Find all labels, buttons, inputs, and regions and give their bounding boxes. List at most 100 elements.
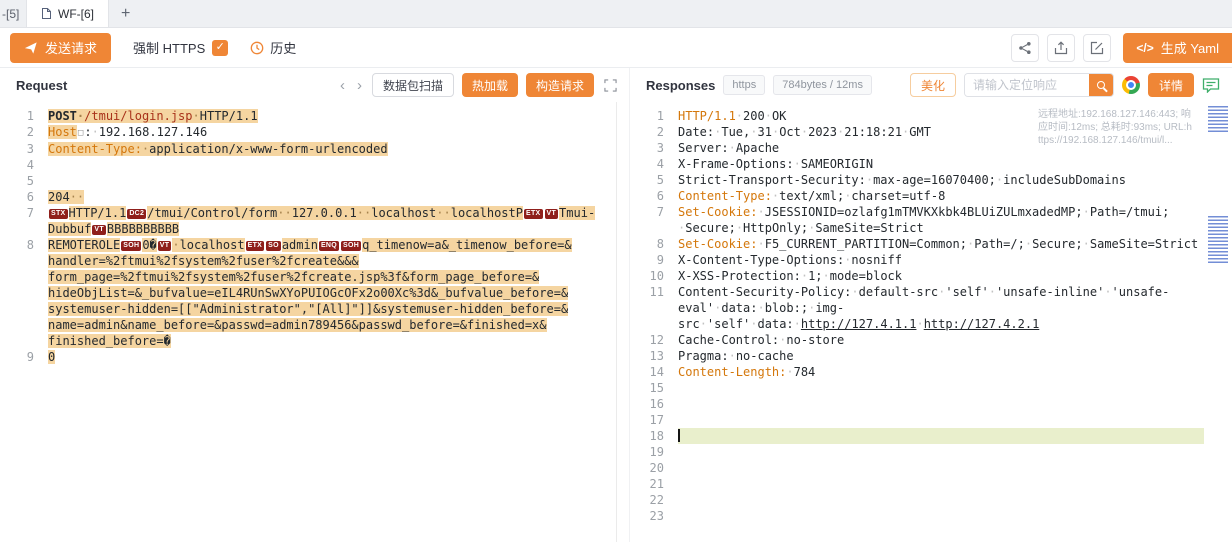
code-line[interactable]: 23 — [630, 508, 1232, 524]
code-line[interactable]: 5Strict-Transport-Security:·max-age=1607… — [630, 172, 1232, 188]
code-line[interactable]: 5 — [0, 173, 616, 189]
code-line[interactable]: 2Host□:·192.168.127.146 — [0, 124, 616, 141]
webfuzzer-app: -[5] WF-[6] + 发送请求 强制 HTTPS ✓ — [0, 0, 1232, 542]
chrome-icon[interactable] — [1122, 76, 1140, 94]
search-icon — [1097, 81, 1105, 89]
force-https-toggle[interactable]: 强制 HTTPS ✓ — [133, 38, 228, 57]
line-number: 8 — [630, 236, 678, 252]
document-icon — [41, 7, 52, 20]
clock-icon — [250, 41, 264, 55]
code-line[interactable]: 9X-Content-Type-Options:·nosniff — [630, 252, 1232, 268]
line-number: 5 — [630, 172, 678, 188]
minimap[interactable] — [1208, 104, 1230, 542]
line-number: 4 — [630, 156, 678, 172]
code-line[interactable]: 13Pragma:·no-cache — [630, 348, 1232, 364]
request-editor[interactable]: 1POST·/tmui/login.jsp·HTTP/1.12Host□:·19… — [0, 102, 617, 542]
code-line[interactable]: 90 — [0, 349, 616, 365]
response-editor[interactable]: 1HTTP/1.1·200·OK2Date:·Tue,·31·Oct·2023·… — [630, 102, 1232, 542]
line-number: 5 — [0, 173, 48, 189]
code-line[interactable]: 18 — [630, 428, 1232, 444]
line-number: 19 — [630, 444, 678, 460]
line-number: 4 — [0, 157, 48, 173]
code-line[interactable]: 1POST·/tmui/login.jsp·HTTP/1.1 — [0, 108, 616, 124]
minimap-block — [1208, 216, 1228, 264]
response-header: Responses https 784bytes / 12ms 美化 详情 — [630, 68, 1232, 102]
main-split: Request ‹ › 数据包扫描 热加载 构造请求 1POST·/tmui/l… — [0, 68, 1232, 542]
line-number: 1 — [630, 108, 678, 124]
prev-request-button[interactable]: ‹ — [338, 78, 347, 93]
export-button[interactable] — [1047, 34, 1075, 62]
toolbar-right-group: </> 生成 Yaml — [1011, 33, 1232, 63]
line-number: 8 — [0, 237, 48, 253]
send-request-label: 发送请求 — [45, 38, 97, 57]
code-line[interactable]: 22 — [630, 492, 1232, 508]
code-line[interactable]: 4 — [0, 157, 616, 173]
line-number: 2 — [0, 124, 48, 140]
response-title: Responses — [646, 78, 715, 93]
line-number: 23 — [630, 508, 678, 524]
line-number: 13 — [630, 348, 678, 364]
line-number: 2 — [630, 124, 678, 140]
search-button[interactable] — [1089, 74, 1113, 96]
code-line[interactable]: 7Set-Cookie:·JSESSIONID=ozlafg1mTMVKXkbk… — [630, 204, 1232, 236]
tab-bar: -[5] WF-[6] + — [0, 0, 1232, 28]
add-tab-button[interactable]: + — [121, 6, 130, 22]
generate-yaml-label: 生成 Yaml — [1161, 38, 1219, 57]
search-input[interactable] — [965, 74, 1089, 96]
export-icon — [1054, 41, 1068, 55]
code-line[interactable]: 11Content-Security-Policy:·default-src·'… — [630, 284, 1232, 332]
line-number: 16 — [630, 396, 678, 412]
code-line[interactable]: 4X-Frame-Options:·SAMEORIGIN — [630, 156, 1232, 172]
history-button[interactable]: 历史 — [250, 38, 296, 57]
check-icon: ✓ — [216, 42, 225, 53]
line-number: 15 — [630, 380, 678, 396]
code-line[interactable]: 17 — [630, 412, 1232, 428]
generate-yaml-button[interactable]: </> 生成 Yaml — [1123, 33, 1232, 63]
code-icon: </> — [1136, 41, 1153, 55]
code-line[interactable]: 3Server:·Apache — [630, 140, 1232, 156]
code-line[interactable]: 20 — [630, 460, 1232, 476]
detail-button[interactable]: 详情 — [1148, 73, 1194, 97]
line-number: 20 — [630, 460, 678, 476]
code-line[interactable]: 8REMOTEROLESOH0�VT·localhostETXSOadminEN… — [0, 237, 616, 349]
code-line[interactable]: 3Content-Type:·application/x-www-form-ur… — [0, 141, 616, 157]
code-line[interactable]: 16 — [630, 396, 1232, 412]
request-controls: ‹ › 数据包扫描 热加载 构造请求 — [338, 73, 619, 97]
line-number: 3 — [630, 140, 678, 156]
line-number: 17 — [630, 412, 678, 428]
response-panel: Responses https 784bytes / 12ms 美化 详情 — [630, 68, 1232, 542]
line-number: 9 — [0, 349, 48, 365]
comment-icon[interactable] — [1202, 77, 1222, 93]
beautify-button[interactable]: 美化 — [910, 73, 956, 97]
code-line[interactable]: 10X-XSS-Protection:·1;​·mode=block — [630, 268, 1232, 284]
construct-request-button[interactable]: 构造请求 — [526, 73, 594, 97]
paper-plane-icon — [24, 41, 38, 55]
share-button[interactable] — [1011, 34, 1039, 62]
code-line[interactable]: 21 — [630, 476, 1232, 492]
line-number: 18 — [630, 428, 678, 444]
code-line[interactable]: 6204·· — [0, 189, 616, 205]
code-line[interactable]: 6Content-Type:·text/xml;​·charset=utf-8 — [630, 188, 1232, 204]
line-number: 22 — [630, 492, 678, 508]
line-number: 12 — [630, 332, 678, 348]
edit-button[interactable] — [1083, 34, 1111, 62]
code-line[interactable]: 8Set-Cookie:·F5_CURRENT_PARTITION=Common… — [630, 236, 1232, 252]
force-https-checkbox[interactable]: ✓ — [212, 40, 228, 56]
code-line[interactable]: 7STXHTTP/1.1DC2/tmui/Control/form··127.0… — [0, 205, 616, 237]
request-header: Request ‹ › 数据包扫描 热加载 构造请求 — [0, 68, 629, 102]
next-request-button[interactable]: › — [355, 78, 364, 93]
hot-reload-button[interactable]: 热加载 — [462, 73, 518, 97]
send-request-button[interactable]: 发送请求 — [10, 33, 111, 63]
tab-previous-partial[interactable]: -[5] — [0, 7, 26, 21]
fuzzer-toolbar: 发送请求 强制 HTTPS ✓ 历史 — [0, 28, 1232, 68]
packet-scan-button[interactable]: 数据包扫描 — [372, 73, 454, 97]
code-line[interactable]: 19 — [630, 444, 1232, 460]
fullscreen-icon[interactable] — [602, 79, 619, 92]
code-line[interactable]: 2Date:·Tue,·31·Oct·2023·21:18:21·GMT — [630, 124, 1232, 140]
code-line[interactable]: 12Cache-Control:·no-store — [630, 332, 1232, 348]
code-line[interactable]: 15 — [630, 380, 1232, 396]
code-line[interactable]: 1HTTP/1.1·200·OK — [630, 108, 1232, 124]
code-line[interactable]: 14Content-Length:·784 — [630, 364, 1232, 380]
minimap-block — [1208, 106, 1228, 132]
tab-active[interactable]: WF-[6] — [26, 0, 109, 27]
